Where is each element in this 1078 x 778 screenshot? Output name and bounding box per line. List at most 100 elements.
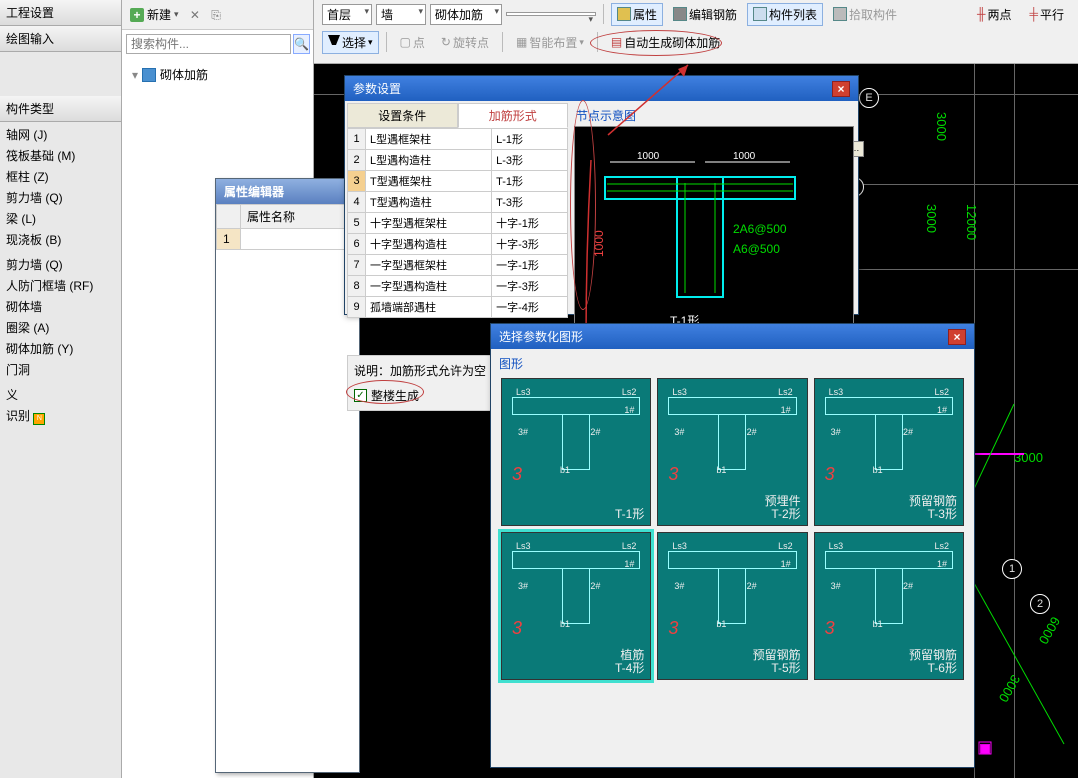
cell-condition[interactable]: L型遇构造柱 [366, 150, 492, 171]
dialog-titlebar[interactable]: 选择参数化图形 × [491, 324, 974, 349]
list-item[interactable]: 现浇板 (B) [0, 229, 121, 250]
point-button[interactable]: ▢点 [394, 31, 431, 54]
cell-condition[interactable]: T型遇构造柱 [366, 192, 492, 213]
component-icon [142, 68, 156, 82]
table-row[interactable]: 1L型遇框架柱L-1形 [348, 129, 568, 150]
close-button[interactable]: × [948, 329, 966, 345]
list-item[interactable]: 圈梁 (A) [0, 317, 121, 338]
list-item[interactable]: 砌体墙 [0, 296, 121, 317]
cell-form[interactable]: 一字-4形 [492, 297, 568, 318]
shape-grid: Ls3 Ls2 2# 3# 1# b1 3 T-1形 Ls3 Ls2 2# 3#… [495, 374, 970, 684]
list-item[interactable]: 梁 (L) [0, 208, 121, 229]
tab-rebar-form[interactable]: 加筋形式 [458, 103, 569, 128]
chevron-down-icon: ▾ [174, 9, 179, 20]
table-row[interactable]: 2L型遇构造柱L-3形 [348, 150, 568, 171]
cell-condition[interactable]: T型遇框架柱 [366, 171, 492, 192]
property-button[interactable]: 属性 [611, 3, 663, 26]
list-item[interactable]: 剪力墙 (Q) [0, 254, 121, 275]
cell-form[interactable]: L-3形 [492, 150, 568, 171]
table-row[interactable]: 6十字型遇构造柱十字-3形 [348, 234, 568, 255]
select-button[interactable]: 选择▾ [322, 31, 379, 54]
axis-label: 2 [1030, 594, 1050, 614]
cell-condition[interactable]: 孤墙端部遇柱 [366, 297, 492, 318]
close-button[interactable]: × [832, 81, 850, 97]
list-item[interactable]: 筏板基础 (M) [0, 145, 121, 166]
instance-dropdown[interactable] [506, 12, 596, 16]
cell-condition[interactable]: 十字型遇构造柱 [366, 234, 492, 255]
list-item[interactable]: 轴网 (J) [0, 124, 121, 145]
dimension-text: 3000 [1014, 450, 1043, 465]
type-dropdown[interactable]: 砌体加筋 [430, 4, 502, 25]
table-row[interactable]: 3T型遇框架柱T-1形 [348, 171, 568, 192]
dialog-titlebar[interactable]: 参数设置 × [345, 76, 858, 101]
cell-form[interactable]: 一字-1形 [492, 255, 568, 276]
clone-button[interactable]: ✕ [186, 6, 204, 24]
category-dropdown[interactable]: 墙 [376, 4, 426, 25]
table-row[interactable]: 7一字型遇框架柱一字-1形 [348, 255, 568, 276]
two-point-button[interactable]: ╫两点 [971, 3, 1018, 26]
list-item[interactable]: 砌体加筋 (Y) [0, 338, 121, 359]
search-input[interactable] [126, 34, 291, 54]
cell-form[interactable]: T-1形 [492, 171, 568, 192]
cell-condition[interactable]: 一字型遇框架柱 [366, 255, 492, 276]
smart-layout-button[interactable]: ▦智能布置▾ [510, 31, 590, 54]
plus-icon: + [130, 8, 144, 22]
list-item[interactable]: 剪力墙 (Q) [0, 187, 121, 208]
list-item[interactable]: 框柱 (Z) [0, 166, 121, 187]
cell-condition[interactable]: 一字型遇构造柱 [366, 276, 492, 297]
cell-condition[interactable]: L型遇框架柱 [366, 129, 492, 150]
list-item[interactable]: 义 [0, 384, 121, 405]
shape-option[interactable]: Ls3 Ls2 2# 3# 1# b1 3 预留钢筋T-6形 [814, 532, 964, 680]
rotate-icon: ↻ [441, 35, 451, 49]
pick-button[interactable]: 拾取构件 [827, 3, 903, 26]
cell-form[interactable]: L-1形 [492, 129, 568, 150]
whole-building-checkbox[interactable]: ✓ 整楼生成 [354, 387, 419, 404]
section-draw-input[interactable]: 绘图输入 [0, 26, 121, 52]
list-item[interactable]: 门洞 [0, 359, 121, 380]
edit-rebar-button[interactable]: 编辑钢筋 [667, 3, 743, 26]
parameter-settings-dialog: 参数设置 × 设置条件 加筋形式 1L型遇框架柱L-1形2L型遇构造柱L-3形3… [344, 75, 859, 315]
section-project-settings[interactable]: 工程设置 [0, 0, 121, 26]
check-icon: ✓ [354, 389, 367, 402]
component-list-button[interactable]: 构件列表 [747, 3, 823, 26]
dialog-title[interactable]: 属性编辑器 [216, 179, 359, 204]
cell-form[interactable]: 十字-1形 [492, 213, 568, 234]
rotate-button[interactable]: ↻旋转点 [435, 31, 495, 54]
new-icon: N [33, 413, 45, 425]
search-button[interactable]: 🔍 [293, 34, 310, 54]
shape-option[interactable]: Ls3 Ls2 2# 3# 1# b1 3 预埋件T-2形 [657, 378, 807, 526]
property-editor-dialog: 属性编辑器 属性名称 1 [215, 178, 360, 773]
shape-option[interactable]: Ls3 Ls2 2# 3# 1# b1 3 预留钢筋T-3形 [814, 378, 964, 526]
cell-form[interactable]: T-3形 [492, 192, 568, 213]
row-number: 1 [348, 129, 366, 150]
component-type-header: 构件类型 [0, 96, 121, 122]
list-item[interactable]: 人防门框墙 (RF) [0, 275, 121, 296]
cell-form[interactable]: 十字-3形 [492, 234, 568, 255]
left-sidebar: 工程设置 绘图输入 构件类型 轴网 (J) 筏板基础 (M) 框柱 (Z) 剪力… [0, 0, 122, 778]
new-button[interactable]: + 新建 ▾ [126, 4, 183, 25]
cursor-icon [328, 35, 340, 49]
tree-toolbar: + 新建 ▾ ✕ ⎘ [122, 0, 313, 30]
svg-text:2A6@500: 2A6@500 [733, 222, 787, 236]
parallel-button[interactable]: ╪平行 [1023, 3, 1070, 26]
table-row[interactable]: 4T型遇构造柱T-3形 [348, 192, 568, 213]
parameter-table: 1L型遇框架柱L-1形2L型遇构造柱L-3形3T型遇框架柱T-1形4T型遇构造柱… [347, 128, 568, 318]
table-row[interactable]: 8一字型遇构造柱一字-3形 [348, 276, 568, 297]
tree-node-masonry-rebar[interactable]: ▾ 砌体加筋 [132, 64, 303, 85]
table-row[interactable]: 9孤墙端部遇柱一字-4形 [348, 297, 568, 318]
floor-dropdown[interactable]: 首层 [322, 4, 372, 25]
tab-conditions[interactable]: 设置条件 [347, 103, 458, 128]
shape-option[interactable]: Ls3 Ls2 2# 3# 1# b1 3 预留钢筋T-5形 [657, 532, 807, 680]
cell-condition[interactable]: 十字型遇框架柱 [366, 213, 492, 234]
cell-form[interactable]: 一字-3形 [492, 276, 568, 297]
row-number: 7 [348, 255, 366, 276]
list-item[interactable]: 识别 N [0, 405, 121, 427]
property-cell[interactable] [241, 229, 359, 250]
row-number: 6 [348, 234, 366, 255]
shape-option[interactable]: Ls3 Ls2 2# 3# 1# b1 3 植筋T-4形 [501, 532, 651, 680]
auto-generate-button[interactable]: ▤自动生成砌体加筋 [605, 31, 726, 54]
shape-option[interactable]: Ls3 Ls2 2# 3# 1# b1 3 T-1形 [501, 378, 651, 526]
row-number: 9 [348, 297, 366, 318]
copy-button[interactable]: ⎘ [207, 6, 225, 25]
table-row[interactable]: 5十字型遇框架柱十字-1形 [348, 213, 568, 234]
